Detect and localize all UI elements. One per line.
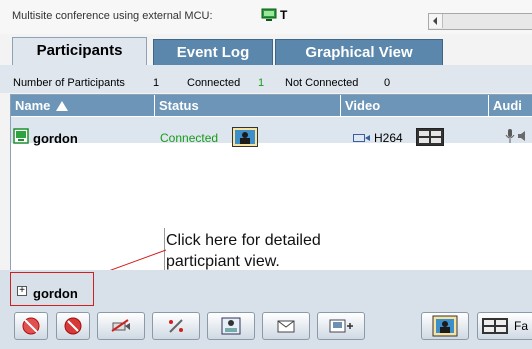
- camera-muted-icon: [111, 319, 130, 332]
- participant-status: Connected: [160, 131, 219, 145]
- no-entry-icon: [64, 317, 82, 335]
- disconnect-button[interactable]: [56, 312, 90, 340]
- video-camera-icon: [353, 134, 370, 142]
- microphone-icon: [505, 129, 515, 143]
- add-video-icon: [329, 319, 353, 333]
- callout-text: Click here for detailed particpiant view…: [166, 232, 321, 270]
- participants-count-value: 1: [153, 77, 160, 89]
- mute-video-button[interactable]: [14, 312, 48, 340]
- column-header-audio[interactable]: Audi: [489, 95, 532, 116]
- camera-person-icon: [432, 315, 458, 337]
- camera-person-icon: [232, 127, 258, 147]
- rename-participant-button[interactable]: [207, 312, 255, 340]
- mcu-icon: [261, 8, 277, 21]
- expand-icon[interactable]: +: [17, 286, 27, 296]
- add-to-layout-button[interactable]: [317, 312, 365, 340]
- sort-ascending-icon: [56, 101, 69, 111]
- horizontal-scrollbar[interactable]: [428, 13, 532, 30]
- tab-event-log[interactable]: Event Log: [153, 39, 273, 65]
- connected-count-value: 1: [258, 77, 265, 89]
- send-message-button[interactable]: [262, 312, 310, 340]
- video-layout-icon: [482, 318, 508, 334]
- not-connected-count-label: Not Connected: [285, 77, 359, 89]
- column-header-name[interactable]: Name: [11, 95, 155, 116]
- conference-title: Multisite conference using external MCU:: [12, 10, 213, 22]
- percent-icon: [169, 319, 183, 333]
- no-video-icon: [22, 317, 40, 335]
- adjust-volume-button[interactable]: [152, 312, 200, 340]
- speaker-icon: [518, 131, 525, 141]
- table-row[interactable]: [11, 117, 532, 143]
- participants-count-label: Number of Participants: [13, 77, 125, 89]
- column-header-status[interactable]: Status: [155, 95, 341, 116]
- tab-participants[interactable]: Participants: [12, 37, 147, 65]
- not-connected-count-value: 0: [384, 77, 391, 89]
- layout-button-label: Fa: [514, 319, 529, 333]
- participant-counts-bar: Number of Participants 1 Connected 1 Not…: [0, 73, 532, 93]
- column-header-video[interactable]: Video: [341, 95, 489, 116]
- video-codec: H264: [374, 131, 403, 145]
- tab-strip: [0, 65, 532, 73]
- participant-endpoint-icon: [13, 128, 29, 144]
- column-header-name-label: Name: [15, 98, 51, 113]
- detail-participant-name[interactable]: gordon: [33, 286, 78, 301]
- mute-camera-button[interactable]: [97, 312, 145, 340]
- view-participant-button[interactable]: [421, 312, 469, 340]
- rename-icon: [221, 317, 241, 335]
- tab-graphical-view[interactable]: Graphical View: [275, 39, 443, 65]
- connected-count-label: Connected: [187, 77, 241, 89]
- mcu-type-letter: T: [280, 8, 288, 22]
- participant-name: gordon: [33, 131, 78, 146]
- video-layout-icon: [416, 128, 444, 146]
- message-icon: [277, 320, 295, 333]
- scroll-left-arrow-icon[interactable]: [429, 14, 443, 28]
